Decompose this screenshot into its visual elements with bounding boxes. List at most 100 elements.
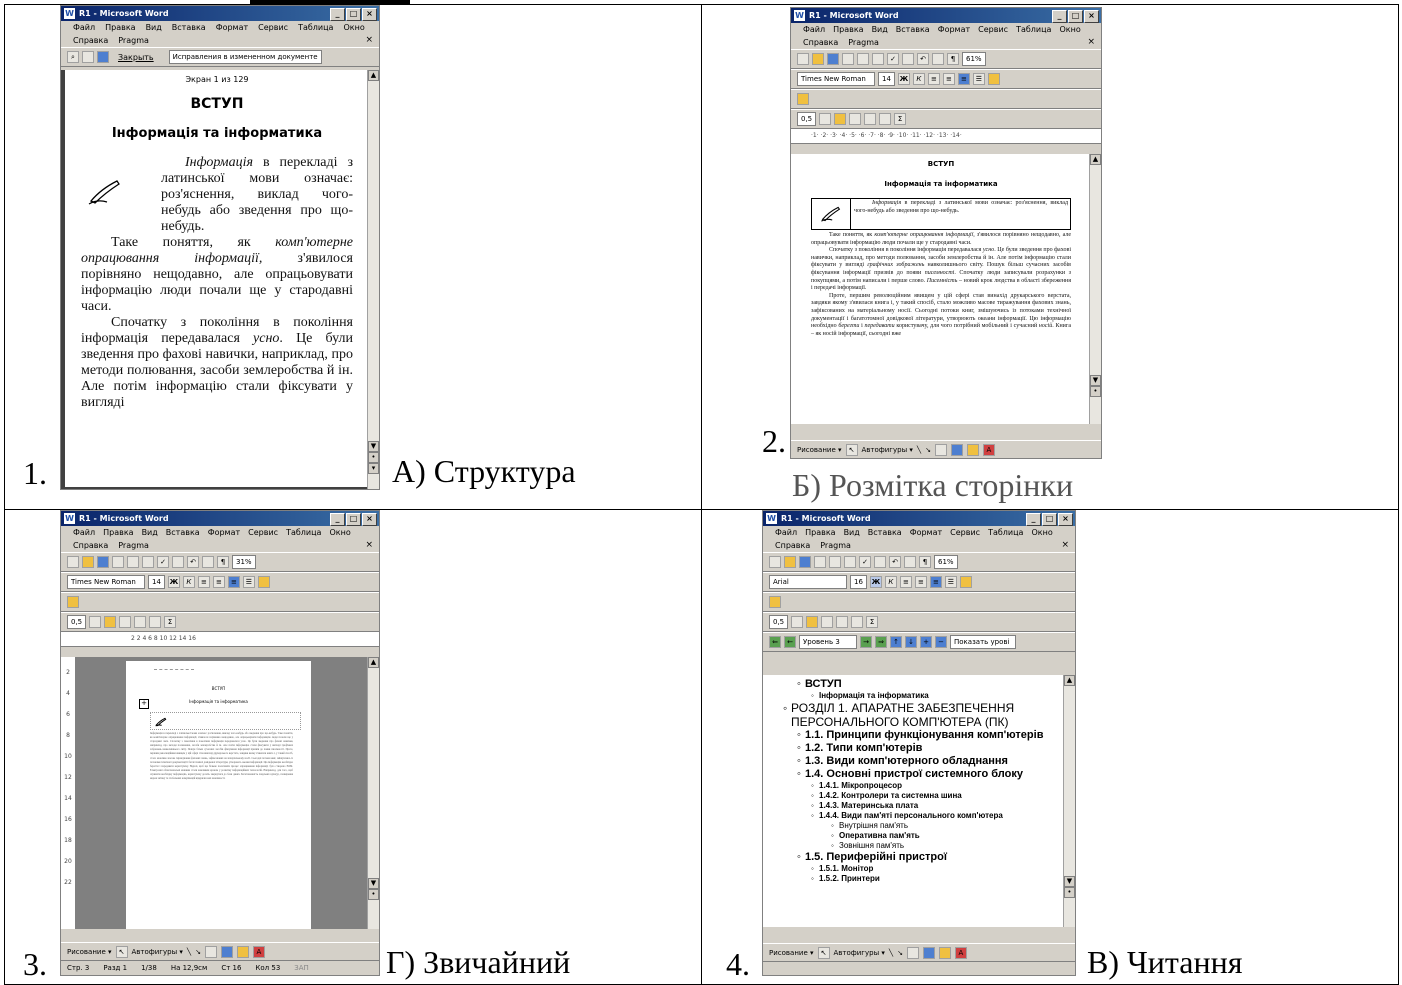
zoom-icon[interactable]: ⌕ <box>67 51 79 63</box>
menu-pragma[interactable]: Pragma <box>118 539 149 552</box>
line-weight-combo[interactable]: 0,5 <box>769 615 789 629</box>
split-icon[interactable] <box>134 616 147 628</box>
split-icon[interactable] <box>864 113 877 125</box>
menu-help[interactable]: Справка <box>73 34 108 47</box>
italic-icon[interactable]: К <box>912 73 925 85</box>
new-doc-icon[interactable] <box>67 556 79 568</box>
menu-file[interactable]: Файл <box>73 526 95 539</box>
align-right-icon[interactable]: ≡ <box>942 73 955 85</box>
undo-icon[interactable]: ↶ <box>917 53 929 65</box>
shading-icon[interactable] <box>104 616 117 628</box>
pilcrow-icon[interactable]: ¶ <box>947 53 959 65</box>
arrow-icon[interactable]: ↘ <box>195 948 201 956</box>
browse-icon[interactable]: • <box>368 889 379 900</box>
split-icon[interactable] <box>836 616 849 628</box>
menu-edit[interactable]: Правка <box>833 23 863 36</box>
close-button[interactable]: × <box>1058 513 1073 526</box>
italic-icon[interactable]: К <box>884 576 897 588</box>
close-button[interactable]: × <box>362 8 377 21</box>
align-right-icon[interactable]: ≡ <box>212 576 225 588</box>
justify-icon[interactable]: ≡ <box>929 576 942 588</box>
justify-icon[interactable]: ≡ <box>957 73 970 85</box>
outline-item[interactable]: ◦ РОЗДІЛ 1. АПАРАТНЕ ЗАБЕЗПЕЧЕННЯ ПЕРСОНА… <box>769 701 1061 729</box>
rect-icon[interactable] <box>204 945 217 958</box>
sum-icon[interactable]: Σ <box>866 616 879 628</box>
menu-window[interactable]: Окно <box>343 21 364 34</box>
menu-insert[interactable]: Вставка <box>896 23 930 36</box>
close-doc-icon[interactable]: × <box>365 539 373 552</box>
list-icon[interactable]: ☰ <box>944 576 957 588</box>
outline-bullet-icon[interactable]: ◦ <box>783 701 787 715</box>
outline-item[interactable]: ◦ 1.4.3. Материнська плата <box>769 801 1061 811</box>
page-icon[interactable] <box>82 51 94 63</box>
format-painter-icon[interactable] <box>874 556 886 568</box>
open-icon[interactable] <box>784 556 796 568</box>
maximize-button[interactable]: □ <box>346 8 361 21</box>
draw-menu[interactable]: Рисование ▾ <box>769 949 814 957</box>
highlight-icon[interactable] <box>959 576 972 588</box>
zoom-combo[interactable]: 61% <box>934 555 958 569</box>
print-icon[interactable] <box>127 556 139 568</box>
outline-bullet-icon[interactable]: ◦ <box>811 791 814 801</box>
outline-item[interactable]: ◦ 1.5.1. Монітор <box>769 864 1061 874</box>
preview-icon[interactable] <box>872 53 884 65</box>
justify-icon[interactable]: ≡ <box>227 576 240 588</box>
outline-item[interactable]: ◦ Зовнішня пам'ять <box>769 841 1061 851</box>
menu-view[interactable]: Вид <box>844 526 860 539</box>
outline-bullet-icon[interactable]: ◦ <box>811 874 814 884</box>
menu-help[interactable]: Справка <box>803 36 838 49</box>
minimize-button[interactable]: _ <box>1052 10 1067 23</box>
maximize-button[interactable]: □ <box>1068 10 1083 23</box>
line-weight-combo[interactable]: 0,5 <box>797 112 817 126</box>
browse-icon[interactable]: • <box>1090 386 1101 397</box>
menu-file[interactable]: Файл <box>73 21 95 34</box>
close-doc-icon[interactable]: × <box>365 34 373 47</box>
table-icon[interactable] <box>202 556 214 568</box>
outline-item[interactable]: ◦ 1.3. Види комп'ютерного обладнання <box>769 755 1061 768</box>
align-center-icon[interactable]: ≡ <box>197 576 210 588</box>
select-icon[interactable]: ↖ <box>817 946 830 959</box>
pragma-icon[interactable] <box>769 596 781 608</box>
menu-pragma[interactable]: Pragma <box>118 34 149 47</box>
align-center-icon[interactable]: ≡ <box>899 576 912 588</box>
show-level-combo[interactable]: Показать урові <box>950 635 1016 649</box>
merge-icon[interactable] <box>849 113 862 125</box>
minimize-button[interactable]: _ <box>1026 513 1041 526</box>
scroll-down-icon[interactable]: ▼ <box>368 878 379 889</box>
pilcrow-icon[interactable]: ¶ <box>217 556 229 568</box>
outline-item[interactable]: ◦ 1.4.4. Види пам'яті персонального комп'… <box>769 811 1061 821</box>
menu-window[interactable]: Окно <box>329 526 350 539</box>
minimize-button[interactable]: _ <box>330 8 345 21</box>
outline-item[interactable]: ◦ Оперативна пам'ять <box>769 831 1061 841</box>
vertical-scrollbar[interactable]: ▲ ▼ • <box>1089 154 1101 424</box>
merge-icon[interactable] <box>821 616 834 628</box>
minimize-button[interactable]: _ <box>330 513 345 526</box>
fill-icon[interactable] <box>966 443 979 456</box>
bold-icon[interactable]: Ж <box>167 576 180 588</box>
outline-bullet-icon[interactable]: ◦ <box>797 678 801 691</box>
table-icon[interactable] <box>932 53 944 65</box>
save-icon[interactable] <box>97 556 109 568</box>
menu-window[interactable]: Окно <box>1059 23 1080 36</box>
menu-format[interactable]: Формат <box>216 21 248 34</box>
textbox-icon[interactable] <box>922 946 935 959</box>
shading-icon[interactable] <box>834 113 847 125</box>
outline-bullet-icon[interactable]: ◦ <box>797 729 801 742</box>
outline-item[interactable]: ◦ 1.1. Принципи функціонування комп'ютері… <box>769 729 1061 742</box>
sum-icon[interactable]: Σ <box>894 113 907 125</box>
collapse-icon[interactable]: − <box>935 636 947 648</box>
browse-icon[interactable]: • <box>1064 887 1075 898</box>
horizontal-ruler[interactable]: ·1· ·2· ·3· ·4· ·5· ·6· ·7· ·8· ·9· ·10·… <box>791 129 1101 144</box>
menu-insert[interactable]: Вставка <box>172 21 206 34</box>
menu-file[interactable]: Файл <box>803 23 825 36</box>
menu-edit[interactable]: Правка <box>805 526 835 539</box>
pragma-icon[interactable] <box>67 596 79 608</box>
bold-icon[interactable]: Ж <box>869 576 882 588</box>
menu-format[interactable]: Формат <box>910 526 942 539</box>
scroll-up-icon[interactable]: ▲ <box>368 70 379 81</box>
menu-pragma[interactable]: Pragma <box>848 36 879 49</box>
font-combo[interactable]: Arial <box>769 575 847 589</box>
autoshapes-menu[interactable]: Автофигуры ▾ <box>862 446 913 454</box>
arrow-icon[interactable]: ↘ <box>897 949 903 957</box>
menu-service[interactable]: Сервис <box>950 526 980 539</box>
